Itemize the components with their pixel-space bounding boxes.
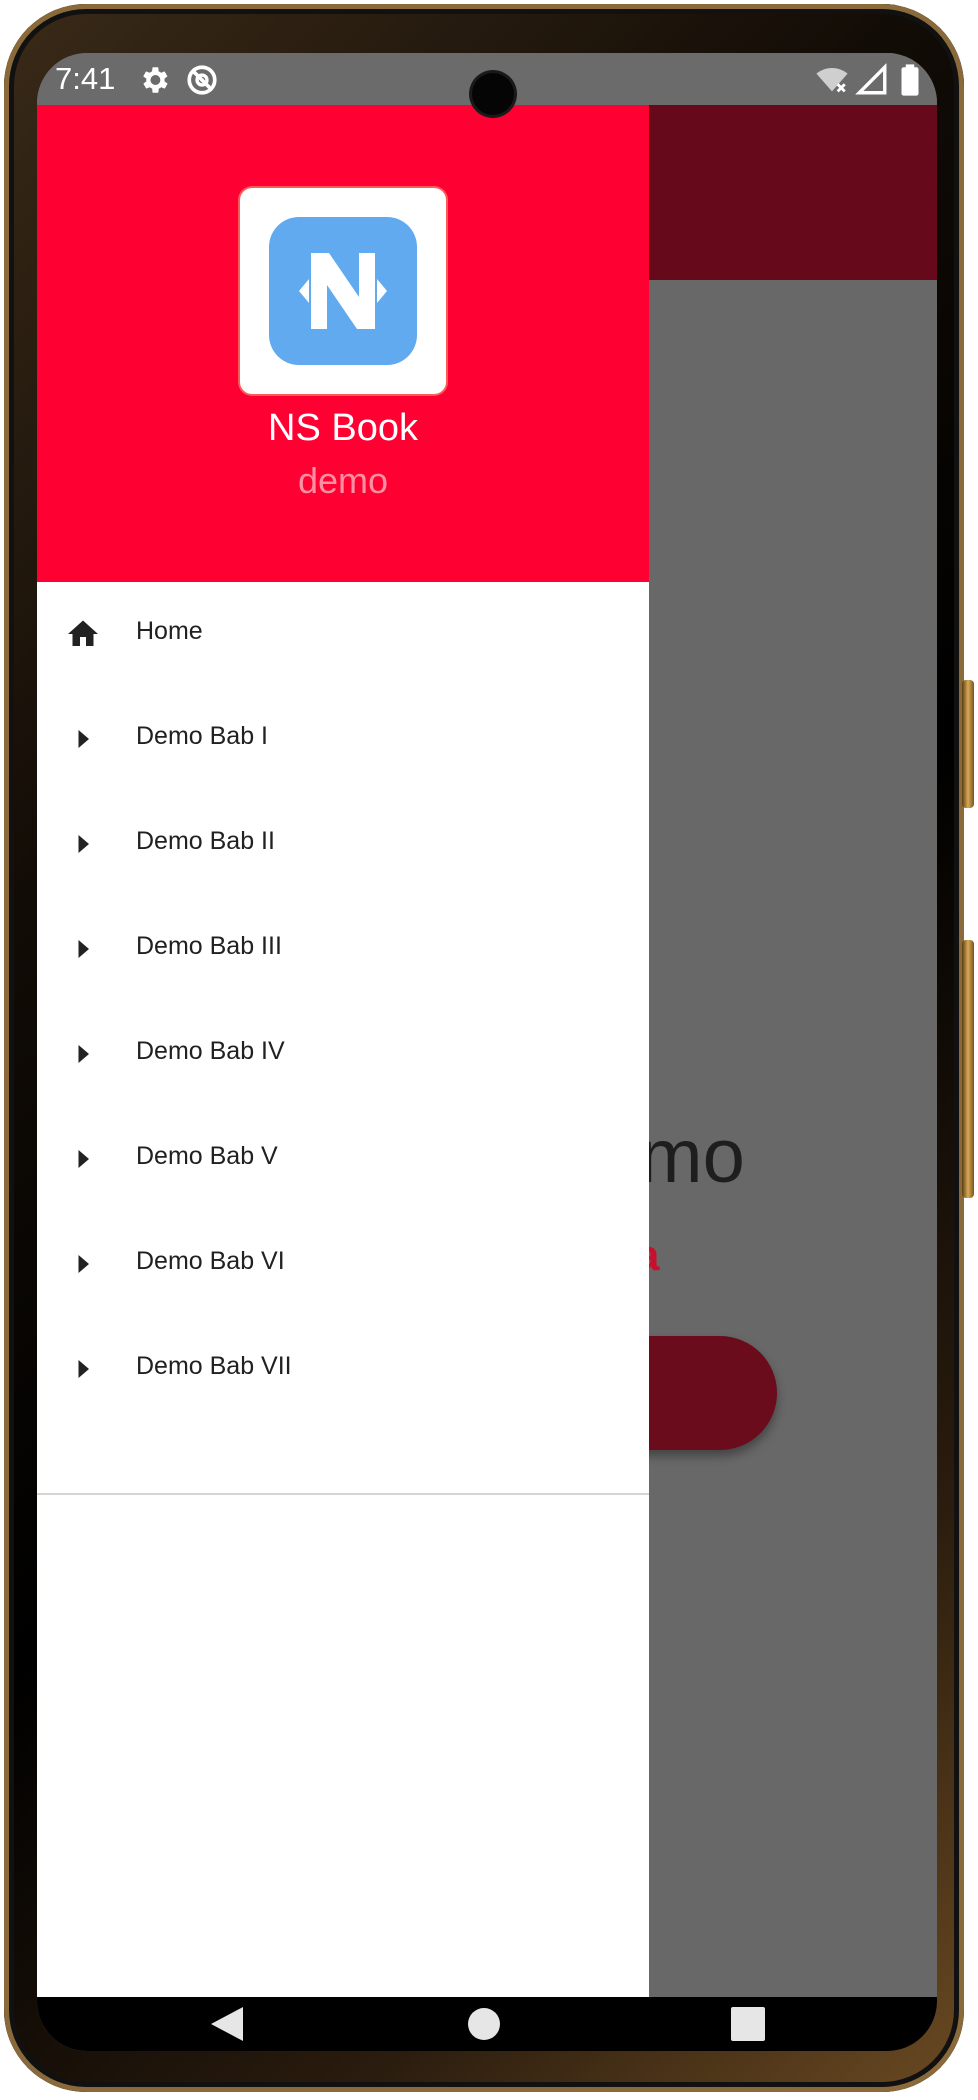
back-icon[interactable] — [205, 1997, 255, 2051]
menu-item-label: Demo Bab VI — [136, 1247, 285, 1275]
volume-button — [962, 680, 974, 808]
menu-item-label: Demo Bab IV — [136, 1037, 285, 1065]
caret-right-icon — [78, 940, 89, 958]
menu-item-demo-bab-3[interactable]: Demo Bab III — [37, 897, 649, 1002]
menu-item-demo-bab-4[interactable]: Demo Bab IV — [37, 1002, 649, 1107]
menu-item-demo-bab-7[interactable]: Demo Bab VII — [37, 1317, 649, 1422]
sync-disabled-icon — [187, 65, 217, 95]
menu-item-home[interactable]: Home — [37, 582, 649, 687]
caret-right-icon — [78, 1255, 89, 1273]
drawer-header: NS Book demo — [37, 105, 649, 582]
menu-item-label: Demo Bab VII — [136, 1352, 292, 1380]
gear-icon — [143, 67, 168, 93]
app-subtitle: demo — [297, 460, 389, 501]
wifi-off-icon — [816, 67, 848, 93]
menu-item-demo-bab-5[interactable]: Demo Bab V — [37, 1107, 649, 1212]
caret-right-icon — [78, 1360, 89, 1378]
menu-item-demo-bab-6[interactable]: Demo Bab VI — [37, 1212, 649, 1317]
navigation-drawer: NS Book demo Home Demo Bab I Demo Bab II — [37, 105, 649, 1997]
drawer-divider — [37, 1493, 649, 1495]
app-name: NS Book — [268, 407, 418, 449]
screen: 7:41 emo a — [37, 53, 937, 2051]
status-time: 7:41 — [55, 61, 116, 96]
phone-frame: 7:41 emo a — [4, 4, 974, 2092]
drawer-menu: Home Demo Bab I Demo Bab II Demo Bab III… — [37, 582, 649, 1422]
menu-item-demo-bab-1[interactable]: Demo Bab I — [37, 687, 649, 792]
caret-right-icon — [78, 1150, 89, 1168]
menu-item-label: Home — [136, 617, 203, 645]
home-icon — [68, 620, 98, 646]
caret-right-icon — [78, 1045, 89, 1063]
caret-right-icon — [78, 835, 89, 853]
menu-item-label: Demo Bab V — [136, 1142, 278, 1170]
menu-item-label: Demo Bab III — [136, 932, 282, 960]
system-nav-bar — [37, 1997, 937, 2051]
menu-item-label: Demo Bab I — [136, 722, 269, 750]
menu-item-demo-bab-2[interactable]: Demo Bab II — [37, 792, 649, 897]
caret-right-icon — [78, 730, 89, 748]
recents-square-icon[interactable] — [723, 1997, 773, 2051]
home-circle-icon[interactable] — [457, 1997, 511, 2051]
power-button — [962, 940, 974, 1198]
app-logo — [240, 188, 446, 394]
battery-icon — [901, 64, 919, 96]
front-camera — [472, 73, 514, 115]
nativescript-logo-icon — [269, 217, 417, 365]
signal-icon — [855, 63, 887, 95]
menu-item-label: Demo Bab II — [136, 827, 275, 855]
